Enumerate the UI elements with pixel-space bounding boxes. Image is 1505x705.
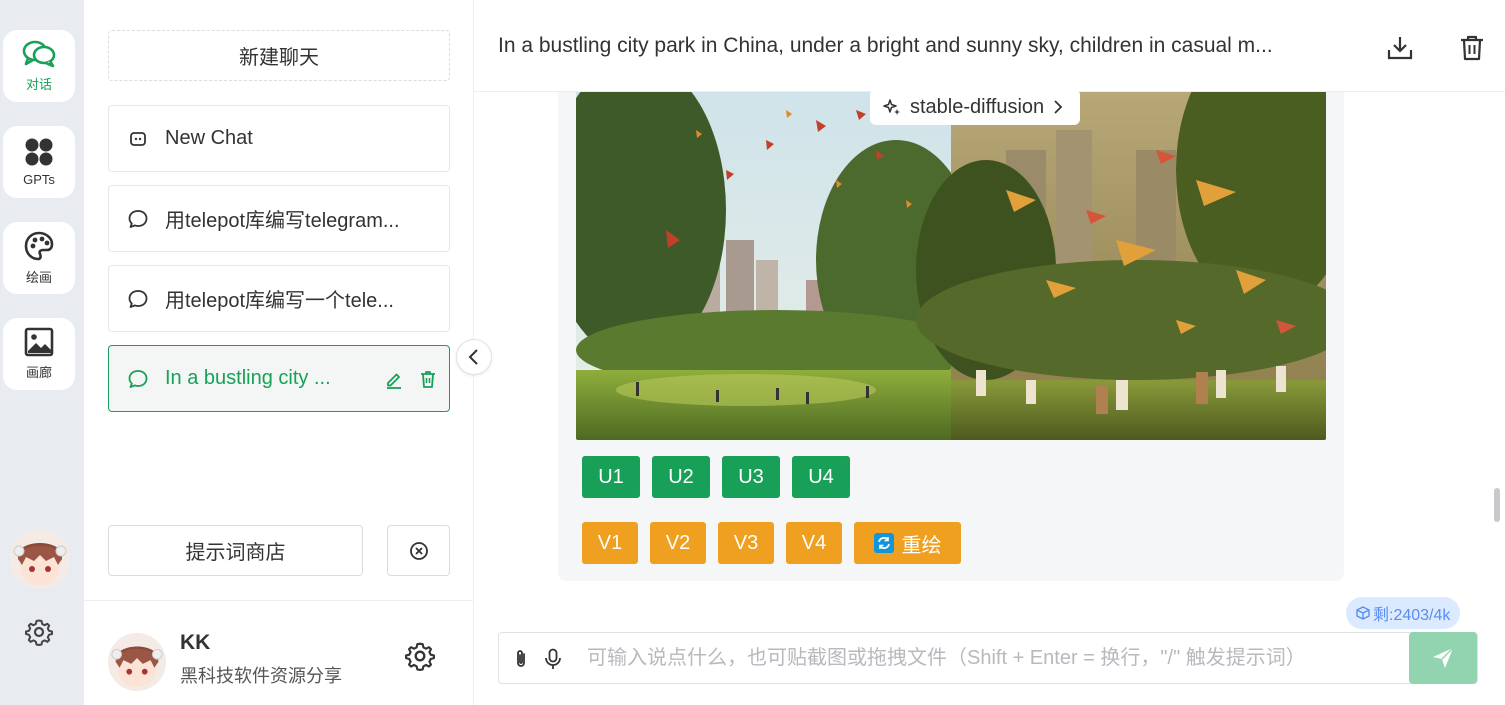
user-panel: KK 黑科技软件资源分享 bbox=[84, 600, 473, 705]
model-selector[interactable]: stable-diffusion bbox=[870, 89, 1081, 125]
send-button[interactable] bbox=[1409, 632, 1477, 684]
trash-icon[interactable] bbox=[1457, 33, 1487, 63]
chat-main: In a bustling city park in China, under … bbox=[474, 0, 1505, 705]
chat-item-active[interactable]: In a bustling city ... bbox=[108, 345, 450, 412]
message-icon bbox=[127, 208, 149, 230]
cube-icon bbox=[1356, 606, 1370, 620]
settings-gear-icon[interactable] bbox=[405, 641, 435, 671]
palette-icon bbox=[24, 231, 54, 261]
send-icon bbox=[1433, 647, 1454, 668]
token-count: 剩:2403/4k bbox=[1373, 607, 1451, 624]
variation-button-v3[interactable]: V3 bbox=[718, 522, 774, 564]
rail-item-label: 对话 bbox=[25, 77, 52, 92]
chat-item[interactable]: 用telepot库编写一个tele... bbox=[108, 265, 450, 332]
close-circle-icon bbox=[409, 541, 428, 560]
page-title: In a bustling city park in China, under … bbox=[498, 34, 1273, 57]
rail-item-chat[interactable]: 对话 bbox=[3, 30, 75, 102]
token-badge: 剩:2403/4k bbox=[1346, 597, 1461, 629]
rail-item-gpts[interactable]: GPTs bbox=[3, 126, 75, 198]
user-description: 黑科技软件资源分享 bbox=[180, 666, 342, 686]
avatar[interactable] bbox=[10, 529, 70, 589]
clear-button[interactable] bbox=[387, 525, 450, 576]
message-icon bbox=[127, 368, 149, 390]
microphone-icon[interactable] bbox=[541, 647, 565, 671]
nav-rail: 对话 GPTs 绘画 画廊 bbox=[0, 0, 84, 705]
chat-bubbles-icon bbox=[22, 40, 56, 68]
refresh-icon bbox=[873, 533, 894, 553]
avatar bbox=[108, 633, 166, 691]
variation-button-v4[interactable]: V4 bbox=[786, 522, 842, 564]
model-label: stable-diffusion bbox=[910, 95, 1045, 118]
sparkle-icon bbox=[883, 99, 900, 115]
chat-item-label: New Chat bbox=[165, 127, 253, 149]
chat-input[interactable] bbox=[587, 641, 1387, 675]
settings-gear-icon[interactable] bbox=[25, 618, 53, 646]
chat-input-box bbox=[498, 632, 1478, 684]
redraw-button[interactable]: 重绘 bbox=[854, 522, 961, 564]
prompt-store-button[interactable]: 提示词商店 bbox=[108, 525, 363, 576]
upscale-button-u3[interactable]: U3 bbox=[722, 456, 780, 498]
chevron-left-icon bbox=[468, 349, 478, 365]
upscale-button-u4[interactable]: U4 bbox=[792, 456, 850, 498]
collapse-sidebar-button[interactable] bbox=[456, 339, 492, 375]
generated-image[interactable] bbox=[576, 90, 1326, 440]
chat-item[interactable]: New Chat bbox=[108, 105, 450, 172]
rail-item-label: GPTs bbox=[23, 172, 55, 187]
upscale-button-row: U1 U2 U3 U4 bbox=[582, 456, 850, 498]
chat-item-label: 用telepot库编写一个tele... bbox=[165, 290, 394, 312]
paperclip-icon[interactable] bbox=[509, 647, 533, 671]
robot-icon bbox=[127, 128, 149, 150]
variation-button-v2[interactable]: V2 bbox=[650, 522, 706, 564]
chat-item-label: 用telepot库编写telegram... bbox=[165, 210, 400, 232]
chat-header: In a bustling city park in China, under … bbox=[474, 0, 1505, 92]
image-icon bbox=[24, 327, 54, 357]
rail-item-gallery[interactable]: 画廊 bbox=[3, 318, 75, 390]
chat-item[interactable]: 用telepot库编写telegram... bbox=[108, 185, 450, 252]
new-chat-button[interactable]: 新建聊天 bbox=[108, 30, 450, 81]
message-icon bbox=[127, 288, 149, 310]
variation-button-v1[interactable]: V1 bbox=[582, 522, 638, 564]
scrollbar[interactable] bbox=[1494, 488, 1500, 522]
upscale-button-u1[interactable]: U1 bbox=[582, 456, 640, 498]
rail-item-label: 绘画 bbox=[25, 270, 52, 285]
chat-sidebar: 新建聊天 New Chat 用telepot库编写telegram... 用te… bbox=[84, 0, 474, 705]
redraw-label: 重绘 bbox=[901, 534, 942, 557]
chevron-right-icon bbox=[1054, 100, 1063, 114]
grid-icon bbox=[25, 138, 53, 166]
delete-icon[interactable] bbox=[417, 368, 439, 390]
edit-icon[interactable] bbox=[383, 368, 405, 390]
variation-button-row: V1 V2 V3 V4 重绘 bbox=[582, 522, 961, 564]
chat-item-label: In a bustling city ... bbox=[165, 367, 331, 389]
user-name: KK bbox=[180, 631, 211, 654]
rail-item-label: 画廊 bbox=[25, 365, 52, 380]
rail-item-draw[interactable]: 绘画 bbox=[3, 222, 75, 294]
upscale-button-u2[interactable]: U2 bbox=[652, 456, 710, 498]
download-icon[interactable] bbox=[1385, 33, 1415, 63]
